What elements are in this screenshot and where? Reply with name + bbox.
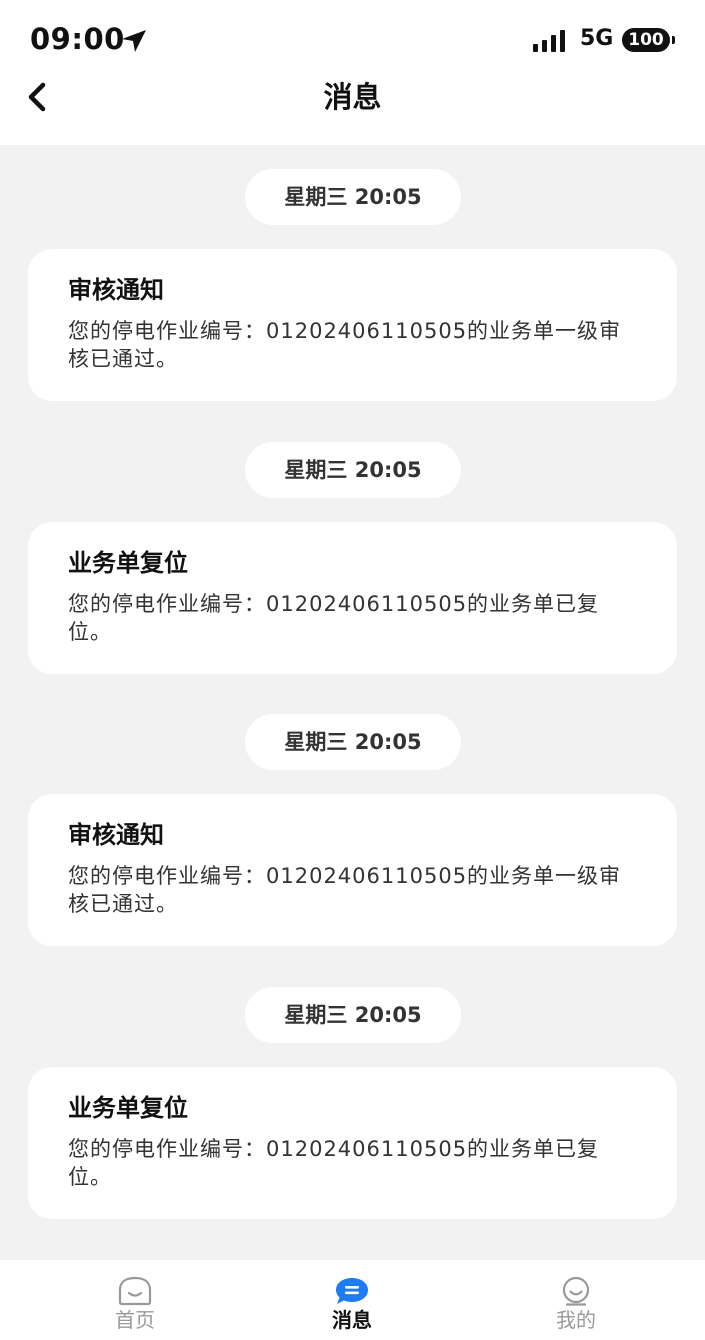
message-title: 业务单复位: [68, 1094, 188, 1122]
tab-bar: 首页 消息 我的: [0, 1260, 705, 1340]
home-face-icon: [118, 1276, 152, 1306]
battery-tip: [672, 36, 675, 44]
message-card[interactable]: 业务单复位 您的停电作业编号：01202406110505的业务单已复位。: [28, 1067, 677, 1219]
status-bar: 09:00 5G 100: [0, 0, 705, 78]
battery-icon: 100: [622, 28, 670, 52]
message-title: 业务单复位: [68, 549, 188, 577]
message-body: 您的停电作业编号：01202406110505的业务单已复位。: [68, 1137, 600, 1189]
message-title: 审核通知: [68, 276, 164, 304]
message-timestamp: 星期三 20:05: [245, 169, 461, 225]
message-body: 您的停电作业编号：01202406110505的业务单一级审核已通过。: [68, 319, 622, 371]
nav-bar: 消息: [0, 78, 705, 145]
message-body: 您的停电作业编号：01202406110505的业务单已复位。: [68, 592, 600, 644]
cellular-signal-icon: [533, 30, 565, 52]
tab-messages[interactable]: 消息: [292, 1260, 412, 1340]
tab-home[interactable]: 首页: [75, 1260, 195, 1340]
message-title: 审核通知: [68, 821, 164, 849]
profile-face-icon: [562, 1276, 590, 1306]
message-card[interactable]: 业务单复位 您的停电作业编号：01202406110505的业务单已复位。: [28, 522, 677, 674]
status-time: 09:00: [30, 22, 125, 56]
message-timestamp: 星期三 20:05: [245, 987, 461, 1043]
chevron-left-icon: [28, 82, 46, 112]
tab-messages-label: 消息: [332, 1308, 372, 1332]
message-card[interactable]: 审核通知 您的停电作业编号：01202406110505的业务单一级审核已通过。: [28, 249, 677, 401]
chat-bubble-icon: [336, 1278, 368, 1304]
network-type: 5G: [580, 26, 614, 51]
message-body: 您的停电作业编号：01202406110505的业务单一级审核已通过。: [68, 864, 622, 916]
back-button[interactable]: [18, 78, 62, 118]
location-arrow-icon: [122, 30, 146, 52]
tab-profile[interactable]: 我的: [516, 1260, 636, 1340]
message-timestamp: 星期三 20:05: [245, 442, 461, 498]
message-card[interactable]: 审核通知 您的停电作业编号：01202406110505的业务单一级审核已通过。: [28, 794, 677, 946]
top-area: 09:00 5G 100 消息: [0, 0, 705, 145]
tab-profile-label: 我的: [556, 1308, 596, 1332]
tab-home-label: 首页: [115, 1308, 155, 1332]
message-timestamp: 星期三 20:05: [245, 714, 461, 770]
page-title: 消息: [323, 80, 382, 114]
